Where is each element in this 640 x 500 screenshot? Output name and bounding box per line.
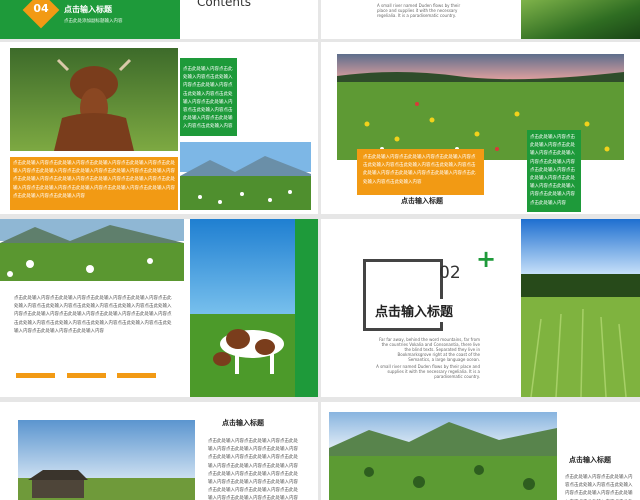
orange-text-box: 点击此处输入内容点击此处输入内容点击此处输入内容点击此处输入内容点击此处输入内容… [10,157,178,210]
body-text: 点击此处输入内容点击此处输入内容点击此处输入内容点击此处输入内容点击此处输入内容… [14,296,172,334]
plus-icon[interactable]: + [476,247,496,271]
english-paragraph-2: A small river named Duden flows by their… [376,364,480,379]
green-box-text: 点击此处输入内容点击此处输入内容点击此处输入内容点击此处输入内容点击此处输入内容… [183,67,233,130]
english-paragraph-1: Far far away, behind the word mountains,… [379,337,480,362]
slide-2[interactable]: A small river named Duden flows by their… [321,0,640,39]
slide-8[interactable]: 点击输入标题 点击此处输入内容点击此处输入内容点击此处输入内容点击此处输入内容点… [321,402,640,500]
green-text-box: 点击此处输入内容点击此处输入内容点击此处输入内容点击此处输入内容点击此处输入内容… [527,130,581,212]
valley-photo [329,412,557,500]
green-field-photo [521,219,640,397]
slide-title: 点击输入标题 [401,197,443,205]
slide-7[interactable]: 点击输入标题 点击此处输入内容点击此处输入内容点击此处输入内容点击此处输入内容点… [0,402,318,500]
orange-bar-1 [16,373,55,378]
english-text: A small river named Duden flows by their… [377,3,461,18]
orange-bar-2 [67,373,106,378]
green-side-bar [295,219,318,397]
slide-title: 点击输入标题 [373,299,456,322]
slide-3[interactable]: 点击此处输入内容点击此处输入内容点击此处输入内容点击此处输入内容点击此处输入内容… [0,42,318,214]
orange-box-text: 点击此处输入内容点击此处输入内容点击此处输入内容点击此处输入内容点击此处输入内容… [13,161,175,199]
slide-6[interactable]: 02 + 点击输入标题 Far far away, behind the wor… [321,219,640,397]
orange-box-text: 点击此处输入内容点击此处输入内容点击此处输入内容点击此处输入内容点击此处输入内容… [363,155,476,185]
orange-bar-3 [117,373,156,378]
green-box-text: 点击此处输入内容点击此处输入内容点击此处输入内容点击此处输入内容点击此处输入内容… [530,135,575,206]
number-badge-text: 04 [33,2,49,15]
contents-title: Contents [197,0,251,9]
green-text-box: 点击此处输入内容点击此处输入内容点击此处输入内容点击此处输入内容点击此处输入内容… [180,58,237,136]
body-text: 点击此处输入内容点击此处输入内容点击此处输入内容点击此处输入内容点击此处输入内容… [208,439,298,500]
slide-title: 点击输入标题 [64,5,112,14]
section-number: 02 [439,263,461,283]
cow-grazing-photo [190,219,295,397]
cow-photo [10,48,178,151]
slide-title: 点击输入标题 [222,419,264,427]
slide-5[interactable]: 点击此处输入内容点击此处输入内容点击此处输入内容点击此处输入内容点击此处输入内容… [0,219,318,397]
orange-text-box: 点击此处输入内容点击此处输入内容点击此处输入内容点击此处输入内容点击此处输入内容… [357,149,484,195]
slide-1[interactable]: 04 点击输入标题 点击此处添加副标题输入内容 Contents [0,0,318,39]
slide-title: 点击输入标题 [569,456,611,464]
slide-subtitle: 点击此处添加副标题输入内容 [64,19,123,24]
dandelion-photo [0,219,184,281]
slide-grid: 04 点击输入标题 点击此处添加副标题输入内容 Contents A small… [0,0,640,500]
meadow-photo [180,142,311,210]
body-text: 点击此处输入内容点击此处输入内容点击此处输入内容点击此处输入内容点击此处输入内容… [565,475,633,500]
slide-4[interactable]: 点击此处输入内容点击此处输入内容点击此处输入内容点击此处输入内容点击此处输入内容… [321,42,640,214]
barn-photo [18,420,195,500]
grass-photo [521,0,640,39]
